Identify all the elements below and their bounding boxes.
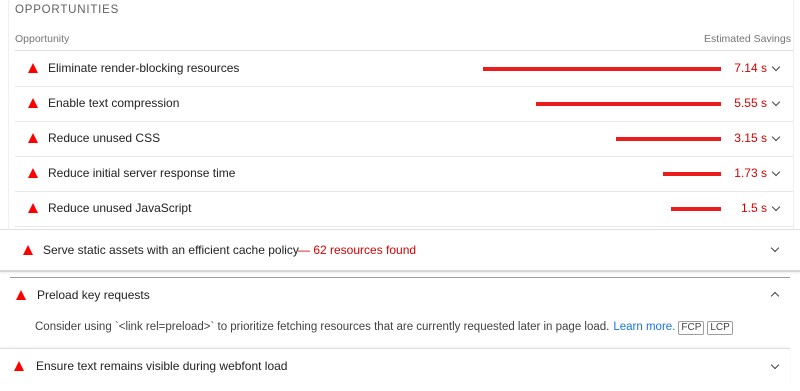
audit-title: Ensure text remains visible during webfo… <box>36 359 288 373</box>
savings-value: 7.14 s <box>734 61 767 75</box>
metric-badge-fcp[interactable]: FCP <box>678 321 705 335</box>
chevron-down-icon[interactable] <box>771 202 781 212</box>
audit-cache-policy[interactable]: Serve static assets with an efficient ca… <box>0 229 800 272</box>
savings-bar <box>483 67 721 71</box>
opportunity-title: Reduce unused JavaScript <box>48 201 192 215</box>
audit-title: Preload key requests <box>37 288 150 302</box>
warning-triangle-icon <box>28 63 38 73</box>
chevron-down-icon[interactable] <box>771 62 781 72</box>
chevron-down-icon[interactable] <box>771 97 781 107</box>
opportunity-title: Eliminate render-blocking resources <box>48 61 240 75</box>
savings-value: 1.5 s <box>740 201 767 215</box>
description-text: Consider using `<link rel=preload>` to p… <box>35 321 610 333</box>
column-header-estimated-savings: Estimated Savings <box>704 33 791 45</box>
savings-value: 1.73 s <box>734 166 767 180</box>
resources-found-count: — 62 resources found <box>298 243 417 257</box>
chevron-down-icon[interactable] <box>771 167 781 177</box>
warning-triangle-icon <box>14 361 24 371</box>
opportunity-title: Enable text compression <box>48 96 180 110</box>
audit-webfont-text-visible[interactable]: Ensure text remains visible during webfo… <box>0 348 790 387</box>
audit-description: Consider using `<link rel=preload>` to p… <box>35 321 733 335</box>
opportunities-panel: OPPORTUNITIES Opportunity Estimated Savi… <box>8 0 794 231</box>
chevron-down-icon[interactable] <box>771 132 781 142</box>
warning-triangle-icon <box>28 98 38 108</box>
savings-bar <box>671 207 721 211</box>
chevron-down-icon[interactable] <box>770 360 780 370</box>
opportunity-row[interactable]: Reduce unused CSS 3.15 s <box>15 121 793 157</box>
warning-triangle-icon <box>16 290 26 300</box>
savings-value: 5.55 s <box>734 96 767 110</box>
warning-triangle-icon <box>28 133 38 143</box>
opportunity-title: Reduce initial server response time <box>48 166 236 180</box>
audit-title: Serve static assets with an efficient ca… <box>43 243 299 257</box>
savings-bar <box>663 172 721 176</box>
section-title: OPPORTUNITIES <box>15 4 120 16</box>
warning-triangle-icon <box>28 203 38 213</box>
savings-value: 3.15 s <box>734 131 767 145</box>
opportunity-row[interactable]: Reduce unused JavaScript 1.5 s <box>15 191 793 227</box>
audit-preload-key-requests[interactable]: Preload key requests Consider using `<li… <box>10 277 790 348</box>
opportunity-row[interactable]: Eliminate render-blocking resources 7.14 … <box>15 51 793 87</box>
savings-bar <box>616 137 721 141</box>
savings-bar <box>536 102 721 106</box>
opportunity-row[interactable]: Reduce initial server response time 1.73 … <box>15 156 793 192</box>
warning-triangle-icon <box>28 168 38 178</box>
chevron-down-icon[interactable] <box>770 243 780 253</box>
chevron-up-icon[interactable] <box>770 291 780 301</box>
column-header-opportunity: Opportunity <box>15 33 70 45</box>
opportunity-row[interactable]: Enable text compression 5.55 s <box>15 86 793 122</box>
metric-badge-lcp[interactable]: LCP <box>707 321 733 335</box>
warning-triangle-icon <box>23 245 33 255</box>
learn-more-link[interactable]: Learn more. <box>613 321 675 333</box>
opportunity-title: Reduce unused CSS <box>48 131 161 145</box>
